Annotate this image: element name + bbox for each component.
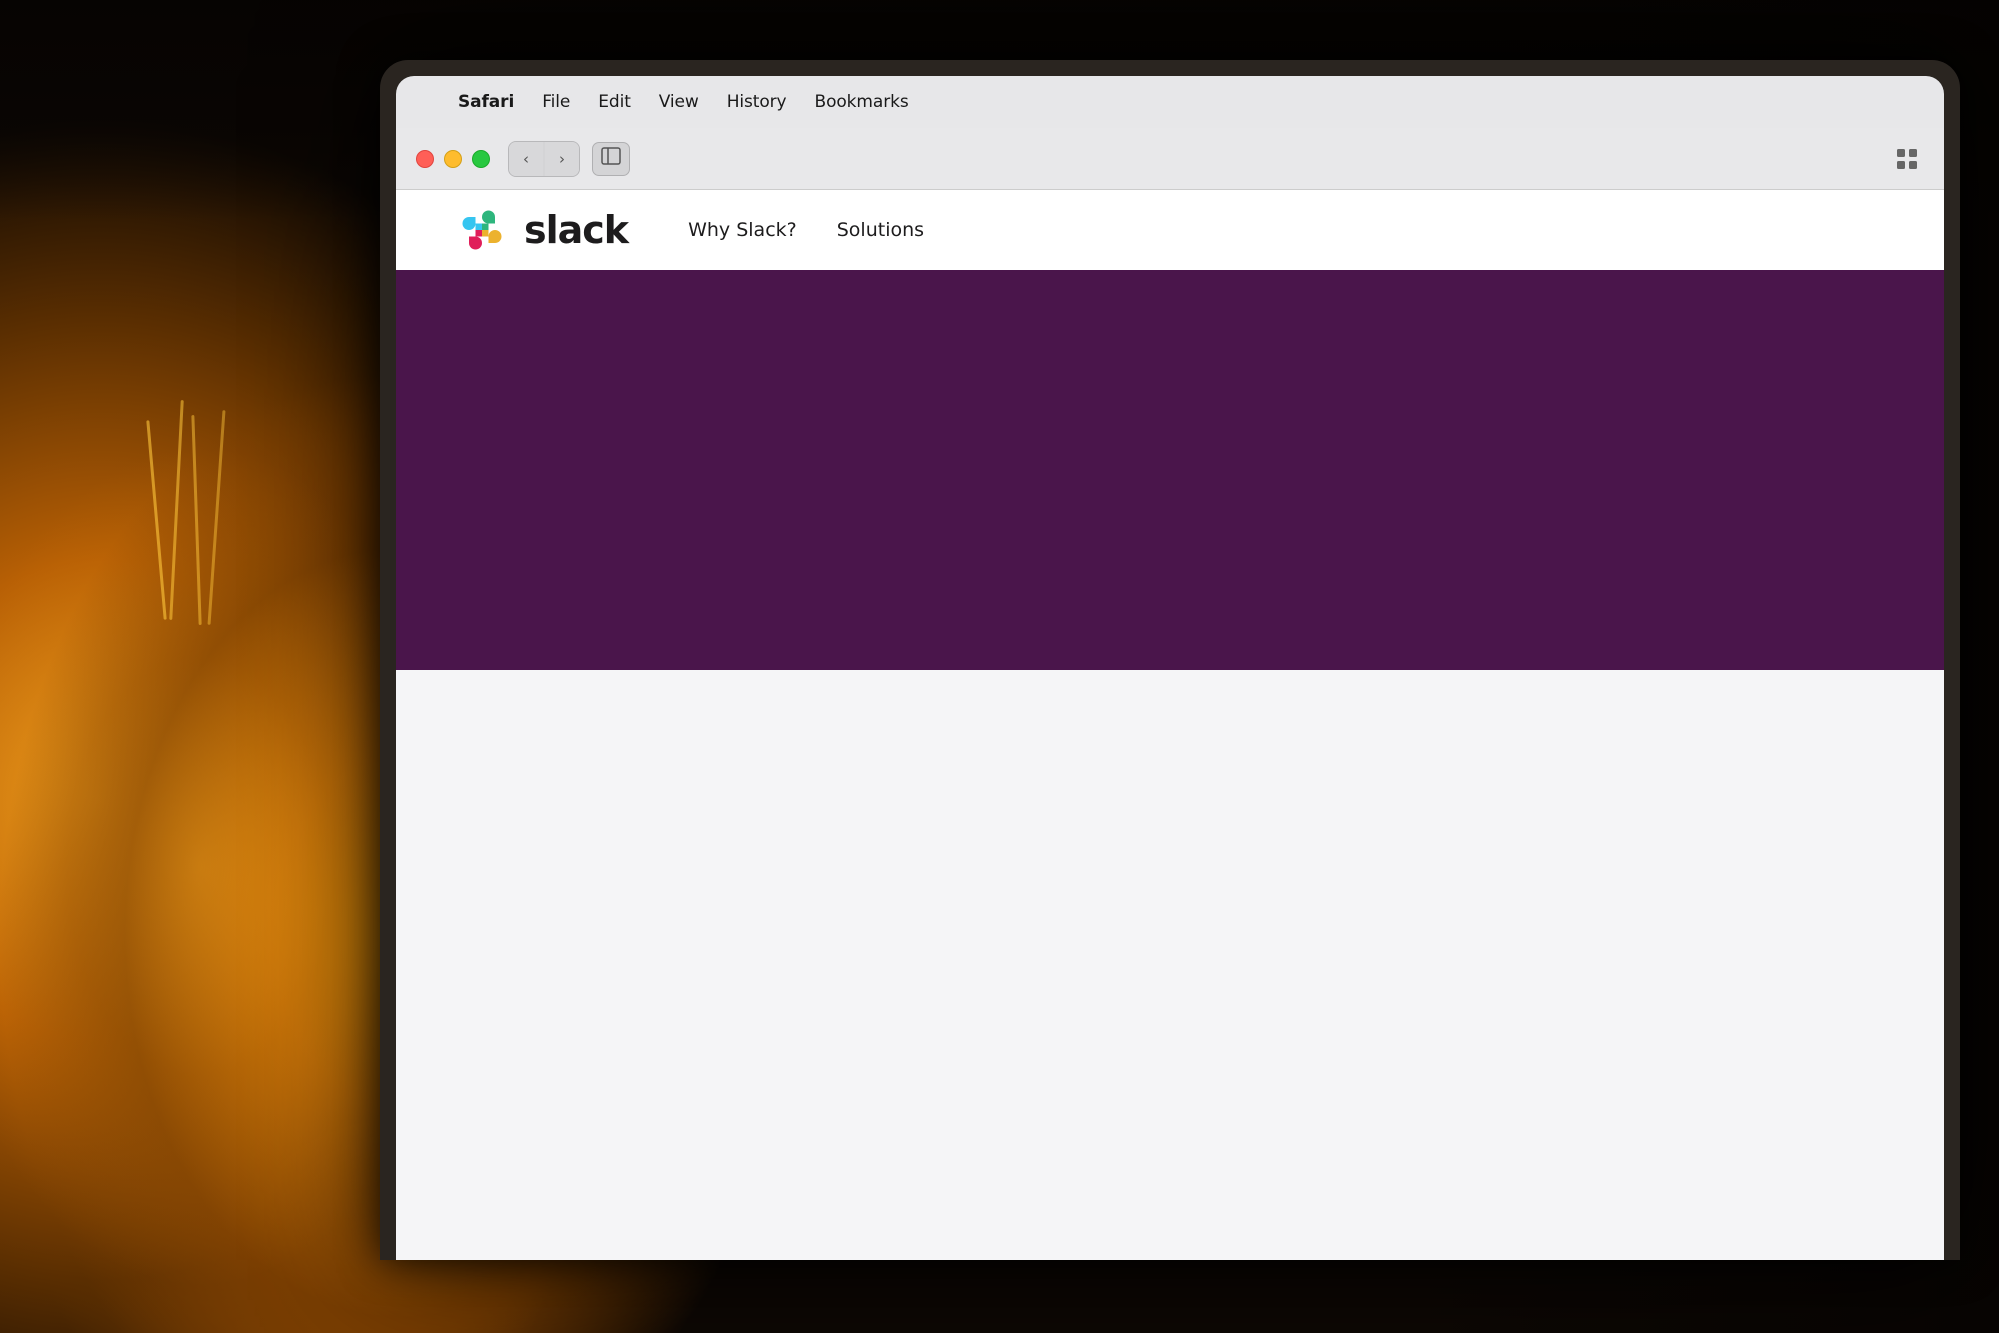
traffic-lights <box>416 150 490 168</box>
nav-item-why-slack[interactable]: Why Slack? <box>688 219 797 241</box>
sidebar-toggle-icon <box>601 147 621 170</box>
nav-item-solutions[interactable]: Solutions <box>837 219 924 241</box>
grid-tabs-icon[interactable] <box>1890 142 1924 176</box>
slack-wordmark: slack <box>524 208 628 252</box>
macos-menubar: Safari File Edit View History Bookmarks <box>396 76 1944 128</box>
close-button[interactable] <box>416 150 434 168</box>
minimize-button[interactable] <box>444 150 462 168</box>
maximize-button[interactable] <box>472 150 490 168</box>
safari-menu[interactable]: Safari <box>458 92 514 112</box>
slack-hero-section <box>396 270 1944 670</box>
slack-logo[interactable]: slack <box>456 204 628 256</box>
safari-toolbar: ‹ › <box>396 128 1944 190</box>
edit-menu[interactable]: Edit <box>598 92 631 112</box>
file-menu[interactable]: File <box>542 92 570 112</box>
nav-button-group: ‹ › <box>508 141 580 177</box>
back-chevron-icon: ‹ <box>523 150 529 168</box>
bookmarks-menu[interactable]: Bookmarks <box>815 92 909 112</box>
slack-navbar: slack Why Slack? Solutions <box>396 190 1944 270</box>
view-menu[interactable]: View <box>659 92 699 112</box>
back-button[interactable]: ‹ <box>509 142 543 176</box>
slack-logo-icon <box>456 204 508 256</box>
screen-bezel: Safari File Edit View History Bookmarks … <box>396 76 1944 1260</box>
forward-chevron-icon: › <box>559 150 565 168</box>
webpage-content: slack Why Slack? Solutions <box>396 190 1944 1260</box>
sidebar-toggle-button[interactable] <box>592 142 630 176</box>
laptop-body: Safari File Edit View History Bookmarks … <box>380 60 1960 1260</box>
history-menu[interactable]: History <box>727 92 787 112</box>
forward-button[interactable]: › <box>545 142 579 176</box>
